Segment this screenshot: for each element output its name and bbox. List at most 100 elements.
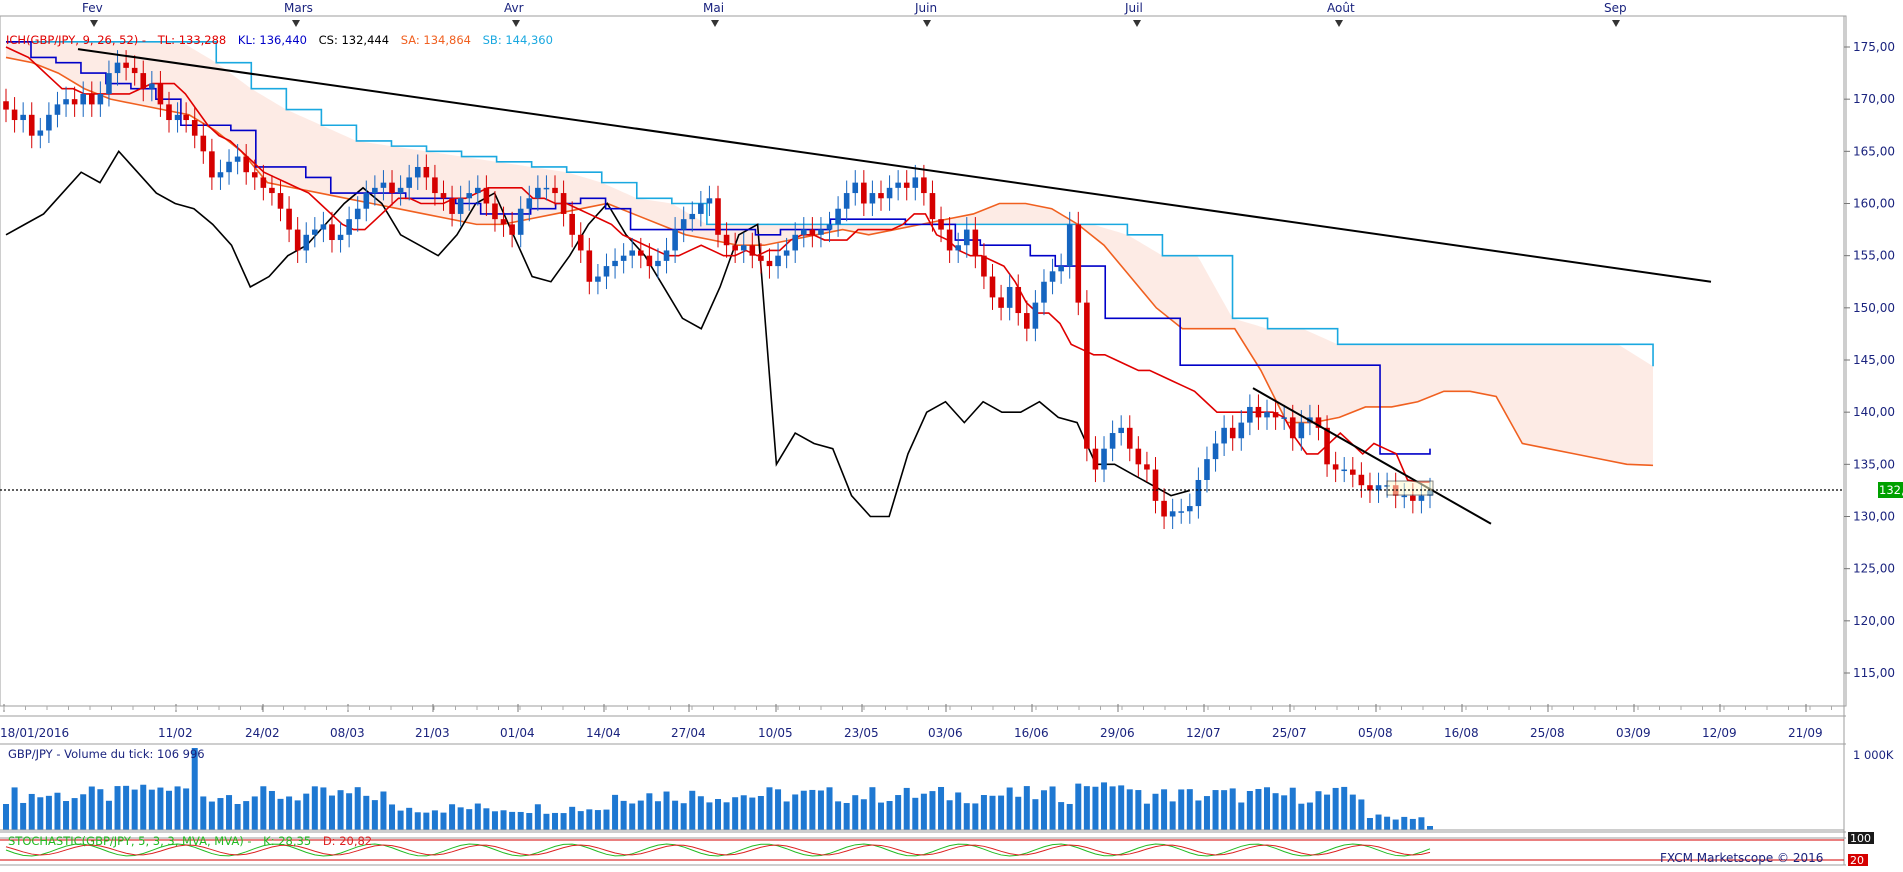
candle-body [337,234,344,241]
price-tick-label: 135,00 [1853,457,1895,471]
candle-body [972,229,979,256]
candle-body [1024,313,1030,329]
price-tick-label: 125,00 [1853,562,1895,576]
volume-bar [895,795,902,830]
volume-bar [406,807,413,830]
date-tick-label: 08/03 [330,726,365,740]
candle-body [363,193,370,209]
candle-body [492,203,498,220]
candle-body [1341,469,1348,472]
candle-body [612,260,618,267]
candle-body [1118,427,1124,434]
candle-body [655,260,661,267]
candle-body [191,120,198,136]
date-tick-label: 23/05 [844,726,879,740]
volume-bar [809,789,816,830]
candle-body [586,250,593,282]
volume-bar [903,787,910,830]
volume-bar [723,802,730,830]
volume-bar [226,795,233,830]
month-marker [90,20,98,27]
candle-body [921,177,927,194]
volume-bar [1384,816,1391,830]
volume-bar [1109,786,1116,830]
candle-body [749,245,756,256]
date-tick-label: 18/01/2016 [0,726,69,740]
candle-body [140,73,147,89]
candle-body [1418,495,1425,501]
volume-bar [200,796,207,830]
candle-body [131,67,138,74]
candle-body [1289,417,1296,439]
volume-bar [1212,790,1219,830]
volume-bar [1272,793,1279,830]
candle-body [46,114,52,131]
volume-bar [1392,819,1399,830]
candle-body [312,229,318,235]
volume-bar [1349,794,1356,830]
candle-body [1075,224,1082,303]
volume-bar [1195,800,1202,830]
candle-body [809,229,816,235]
volume-bar [860,799,867,830]
candle-body [294,229,301,251]
volume-bar [389,804,396,830]
volume-bar [835,801,842,830]
stochastic-legend: STOCHASTIC(GBP/JPY, 5, 3, 3, MVA, MVA) -… [8,834,372,848]
candle-body [792,234,799,251]
volume-bar [732,797,739,830]
date-tick-label: 03/06 [928,726,963,740]
senkou-b-label: SB: 144,360 [483,33,553,47]
volume-bar [294,800,301,830]
candle-body [1410,495,1416,501]
candle-body [1195,479,1202,507]
price-tick-label: 150,00 [1853,301,1895,315]
volume-bar [1332,787,1339,830]
volume-bar [20,802,27,830]
volume-bar [3,804,9,830]
price-axis: 175,00 170,00 165,00 160,00 155,00 150,00 145,… [1844,40,1895,680]
candle-body [989,276,996,298]
volume-bar [63,801,70,830]
volume-bar [980,795,987,830]
candle-body [1135,448,1142,465]
candle-body [63,99,69,105]
date-tick-label: 16/08 [1444,726,1479,740]
candle-body [1324,427,1330,465]
candle-body [500,219,507,225]
highlight-box [1386,480,1434,496]
volume-bar [1255,788,1262,830]
volume-bar [1375,814,1382,830]
candle-body [981,255,987,277]
volume-bar [1409,818,1416,830]
candle-body [200,135,207,152]
candle-body [11,109,18,121]
volume-bar [534,804,541,830]
volume-bar [989,795,996,830]
volume-bar [629,803,636,830]
candle-body [80,93,87,105]
volume-bar [414,812,421,830]
month-marker [512,20,520,27]
candle-body [20,114,26,121]
volume-bar [886,801,893,830]
ichimoku-indicator-label: ICH(GBP/JPY, 9, 26, 52) - [6,33,146,47]
volume-bar [680,803,687,830]
volume-bar [800,790,807,830]
volume-bar [320,787,327,830]
candle-body [1212,443,1219,460]
volume-bar [817,790,824,830]
volume-bar [1427,826,1433,830]
volume-bar [251,796,258,830]
date-tick-label: 25/07 [1272,726,1307,740]
volume-bar [1238,802,1245,830]
candle-body [1015,286,1022,314]
volume-bar [826,787,833,830]
volume-bar [1143,803,1150,830]
volume-bar [912,797,919,830]
date-tick-label: 11/02 [158,726,193,740]
volume-bar [234,803,241,830]
volume-bar [80,794,87,830]
candle-body [732,245,738,251]
volume-bar [423,812,430,830]
